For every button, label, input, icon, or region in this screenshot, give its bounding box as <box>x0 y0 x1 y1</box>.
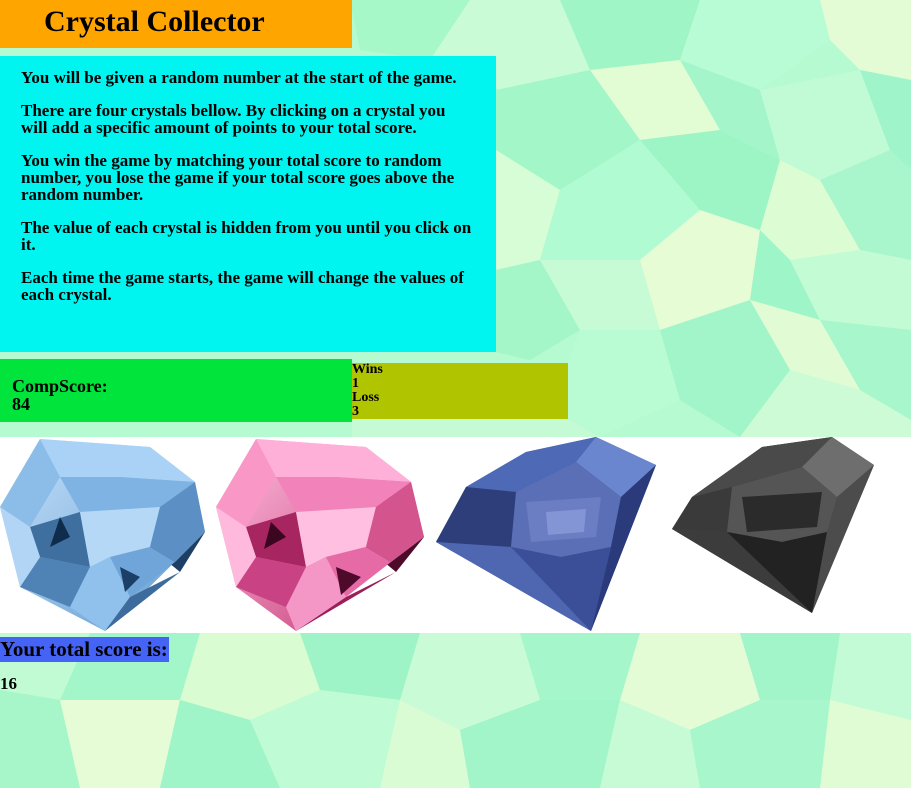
wins-count: 1 <box>352 376 359 391</box>
page-title: Crystal Collector <box>44 5 265 38</box>
instructions-panel: You will be given a random number at the… <box>0 56 496 352</box>
total-score-value: 16 <box>0 674 17 693</box>
black-crystal-button[interactable] <box>672 437 876 633</box>
instruction-text: The value of each crystal is hidden from… <box>21 218 472 254</box>
instruction-text: There are four crystals bellow. By click… <box>21 101 446 137</box>
loss-label: Loss <box>352 390 380 405</box>
win-loss-panel: Wins 1 Loss 3 <box>352 363 568 419</box>
instruction-text: You will be given a random number at the… <box>21 68 457 87</box>
loss-count: 3 <box>352 404 359 419</box>
title-bar: Crystal Collector <box>0 0 352 48</box>
pink-crystal-button[interactable] <box>216 437 428 633</box>
wins-label: Wins <box>352 362 383 377</box>
comp-score-panel: CompScore: 84 <box>0 359 352 422</box>
total-score-label: Your total score is: <box>0 637 169 662</box>
crystal-row <box>0 437 911 633</box>
instruction-text: You win the game by matching your total … <box>21 151 455 204</box>
dark-blue-crystal-button[interactable] <box>436 437 658 633</box>
light-blue-crystal-button[interactable] <box>0 437 210 633</box>
comp-score-label: CompScore: <box>12 376 108 396</box>
game-page: Crystal Collector You will be given a ra… <box>0 0 911 788</box>
instruction-text: Each time the game starts, the game will… <box>21 268 464 304</box>
comp-score-value: 84 <box>12 394 30 414</box>
